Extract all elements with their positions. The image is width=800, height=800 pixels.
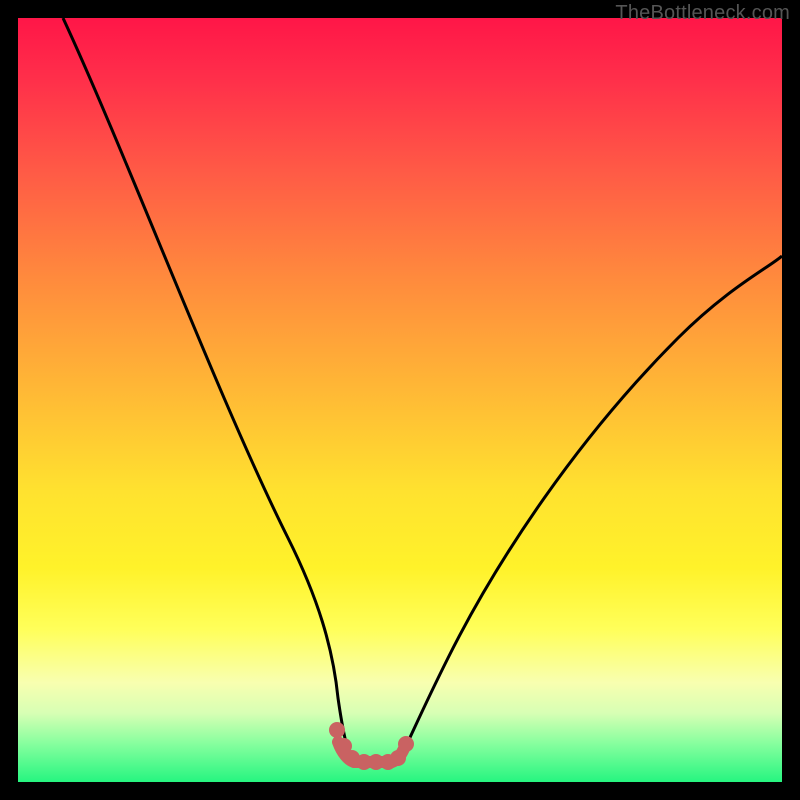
watermark-text: TheBottleneck.com xyxy=(615,2,790,25)
plot-area xyxy=(18,18,782,782)
chart-overlay xyxy=(18,18,782,782)
valley-dot xyxy=(398,736,414,752)
chart-frame: TheBottleneck.com xyxy=(0,0,800,800)
curve-right-branch xyxy=(398,256,782,762)
valley-dot xyxy=(329,722,345,738)
valley-dot xyxy=(390,750,406,766)
curve-left-branch xyxy=(63,18,352,762)
